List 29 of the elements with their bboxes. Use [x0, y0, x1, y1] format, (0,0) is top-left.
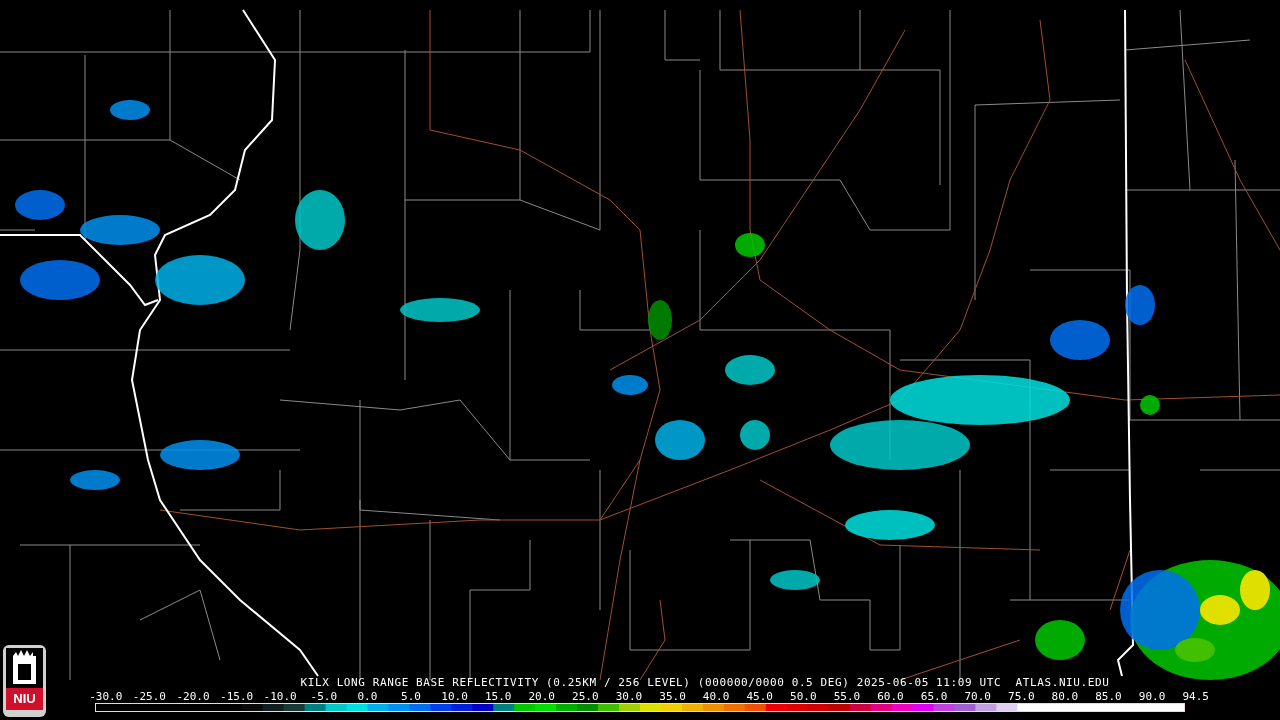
logo-text: NIU — [6, 688, 43, 710]
scale-label: 90.0 — [1137, 691, 1167, 703]
scale-label: 25.0 — [571, 691, 600, 703]
scale-label: 55.0 — [832, 691, 862, 703]
tower-icon — [6, 648, 43, 688]
scale-label: 75.0 — [1007, 691, 1036, 703]
scale-label: 85.0 — [1094, 691, 1123, 703]
scale-label: 40.0 — [701, 691, 731, 703]
scale-label: -30.0 — [88, 691, 124, 703]
scale-label: 35.0 — [658, 691, 687, 703]
scale-label: 20.0 — [527, 691, 556, 703]
scale-label: 5.0 — [400, 691, 422, 703]
scale-label: 60.0 — [876, 691, 905, 703]
scale-label: 70.0 — [963, 691, 992, 703]
scale-label: -15.0 — [219, 691, 255, 703]
scale-label: 80.0 — [1050, 691, 1080, 703]
scale-label: 65.0 — [919, 691, 949, 703]
radar-caption: KILX LONG RANGE BASE REFLECTIVITY (0.25KM / 256 LEVEL) (000000/0000 0.5 DEG) 2025-06-05 11:09 UTC ATLAS.NIU.EDU — [300, 676, 1110, 689]
scale-label: 50.0 — [789, 691, 818, 703]
scale-label: 10.0 — [440, 691, 469, 703]
scale-label: -5.0 — [309, 691, 338, 703]
scale-label: 15.0 — [483, 691, 513, 703]
scale-label: 0.0 — [356, 691, 379, 703]
scale-label: -25.0 — [131, 691, 167, 703]
scale-label: 94.5 — [1181, 691, 1210, 703]
scale-label: 45.0 — [745, 691, 774, 703]
scale-label: 30.0 — [614, 691, 644, 703]
scale-label: -10.0 — [262, 691, 298, 703]
scale-label: -20.0 — [175, 691, 211, 703]
